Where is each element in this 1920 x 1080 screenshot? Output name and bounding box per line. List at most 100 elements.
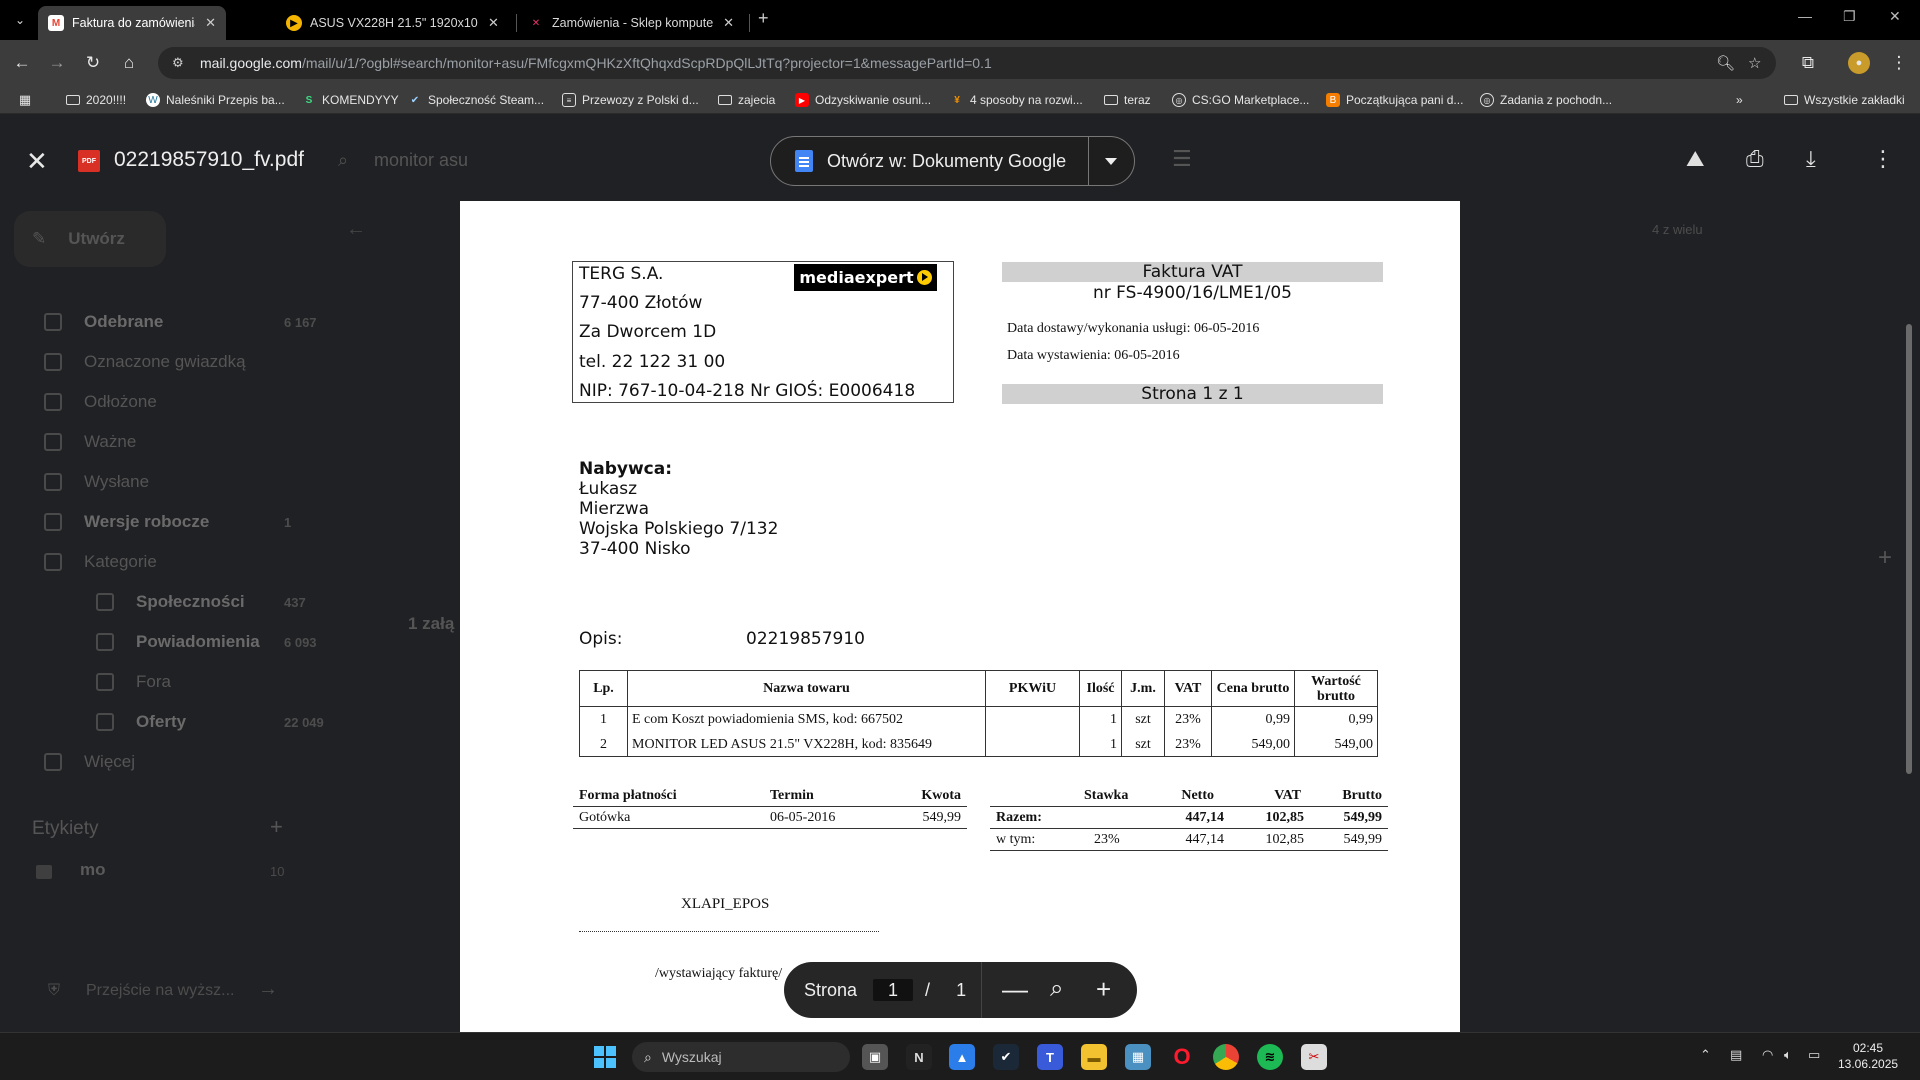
tab-asus-product[interactable]: ▶ ASUS VX228H 21.5" 1920x1080 ✕ [276,6,516,40]
volume-icon[interactable]: 🔈︎ [1784,1047,1792,1063]
minimize-icon[interactable]: — [1798,8,1812,24]
wifi-icon[interactable]: ◠ [1762,1047,1773,1063]
steam-icon[interactable]: ✔ [993,1044,1019,1070]
chrome-icon[interactable] [1213,1044,1239,1070]
zoom-icon[interactable]: 🔍︎ [1716,47,1735,79]
restore-icon[interactable]: ❐ [1843,8,1856,25]
tab-title: Zamówienia - Sklep komputero [552,16,714,30]
bookmark-item[interactable]: W Naleśniki Przepis ba... [146,91,285,109]
control-panel-icon[interactable]: ▦ [1125,1044,1151,1070]
nav-count: 6 093 [284,634,317,650]
zoom-in-icon[interactable]: + [1096,975,1111,1003]
pencil-icon: ✎ [32,229,47,248]
back-icon[interactable]: ← [9,50,35,76]
notion-icon[interactable]: N [906,1044,932,1070]
attachment-viewer: ✎ Utwórz Odebrane 6 167 Oznaczone gwiazdką O… [0,114,1920,1032]
new-tab-icon[interactable]: + [758,8,769,29]
close-tab-icon[interactable]: ✕ [205,15,216,31]
more-options-icon[interactable]: ⋮ [1872,148,1894,170]
taskbar-search[interactable]: ⌕ Wyszukaj [632,1042,850,1072]
address-bar[interactable]: ⚙ mail.google.com/mail/u/1/?ogbl#search/… [158,47,1776,79]
apps-grid-icon[interactable]: ▦ [18,91,38,109]
bookmark-folder[interactable]: zajecia [718,91,775,109]
teams-icon[interactable]: T [1037,1044,1063,1070]
buyer-heading: Nabywca: [579,459,673,479]
nav-label: Odebrane [84,312,164,331]
cell: 447,14 [1185,810,1225,825]
bookmark-item[interactable]: ≡ Przewozy z Polski d... [562,91,699,109]
close-viewer-icon[interactable]: ✕ [26,148,48,174]
clock[interactable]: 02:45 13.06.2025 [1838,1040,1898,1072]
zoom-out-icon[interactable]: — [1002,975,1028,1003]
cell: 23% [1094,832,1120,847]
bookmark-item[interactable]: ▶ Odzyskiwanie osuni... [795,91,931,109]
nav-count: 22 049 [284,714,324,730]
attachment-count: 1 załą [408,614,455,633]
bookmark-item[interactable]: ◎ CS:GO Marketplace... [1172,91,1309,109]
forward-icon[interactable]: → [44,50,70,76]
dropdown-caret-icon[interactable] [1105,158,1117,165]
cell: 549,00 [1294,733,1378,757]
task-view-icon[interactable]: ▣ [862,1044,888,1070]
extensions-icon[interactable]: ⧉ [1795,50,1821,76]
window-close-icon[interactable]: ✕ [1889,8,1901,25]
folder-icon [1784,95,1798,105]
col-header: VAT [1274,788,1301,803]
site-info-icon[interactable]: ⚙ [172,55,188,71]
tab-gmail-invoice[interactable]: M Faktura do zamówienia nr 0221 ✕ [38,6,226,40]
bookmark-item[interactable]: ¥4 sposoby na rozwi... [950,91,1083,109]
tab-search-chevron-icon[interactable]: ⌄ [8,8,32,32]
zoom-fit-icon[interactable]: ⌕ [1050,975,1063,1003]
tray-app-icon[interactable]: ▤ [1730,1047,1742,1063]
open-with-docs-button[interactable]: Otwórz w: Dokumenty Google [770,136,1135,186]
invoice-title: Faktura VAT [1002,262,1383,282]
pdf-file-icon: PDF [78,150,100,172]
bookmark-item[interactable]: S KOMENDYYY [302,91,399,109]
close-tab-icon[interactable]: ✕ [488,15,499,31]
windows-start-icon[interactable] [594,1046,616,1068]
col-header: Nazwa towaru [627,670,986,707]
cell: 23% [1164,706,1212,734]
print-icon[interactable]: ⎙ [1746,148,1764,170]
scrollbar[interactable] [1906,324,1912,774]
table-row: 2 MONITOR LED ASUS 21.5" VX228H, kod: 83… [579,733,1378,757]
seller-phone: tel. 22 122 31 00 [579,352,726,372]
buyer-last-name: Mierzwa [579,499,650,519]
file-explorer-icon[interactable]: ▬ [1081,1044,1107,1070]
home-icon[interactable]: ⌂ [116,50,142,76]
gmail-nav-item: Odłożone [44,392,157,412]
all-bookmarks[interactable]: Wszystkie zakładki [1784,91,1905,109]
download-icon[interactable]: ⤓ [1806,148,1816,170]
add-to-drive-icon[interactable]: ⛰ [1686,148,1704,170]
photos-icon[interactable]: ▲ [949,1044,975,1070]
page-number-input[interactable]: 1 [873,979,914,1001]
bookmark-folder[interactable]: 2020!!!! [66,91,126,109]
close-tab-icon[interactable]: ✕ [723,15,734,31]
buyer-city: 37-400 Nisko [579,539,691,559]
bookmark-star-icon[interactable]: ☆ [1748,47,1761,79]
browser-menu-icon[interactable]: ⋮ [1886,50,1912,76]
col-header: Termin [770,788,814,803]
more-bookmarks-icon[interactable]: » [1736,91,1743,109]
cell: w tym: [996,832,1036,847]
battery-icon[interactable]: ▭ [1808,1047,1820,1063]
bookmark-folder[interactable]: teraz [1104,91,1151,109]
nav-icon [44,353,62,371]
bookmark-item[interactable]: B Początkująca pani d... [1326,91,1463,109]
cell: E com Koszt powiadomienia SMS, kod: 6675… [627,706,986,734]
nav-label: Wysłane [84,472,150,491]
bookmark-item[interactable]: ✔ Społeczność Steam... [408,91,544,109]
cell: 447,14 [1185,832,1225,847]
profile-avatar[interactable]: ● [1848,52,1870,74]
tab-orders[interactable]: ✕ Zamówienia - Sklep komputero ✕ [518,6,744,40]
bookmark-item[interactable]: ◎ Zadania z pochodn... [1480,91,1612,109]
spotify-icon[interactable]: ≋ [1257,1044,1283,1070]
nav-count: 6 167 [284,314,317,330]
tray-chevron-icon[interactable]: ⌃ [1700,1047,1711,1063]
file-name: 02219857910_fv.pdf [114,148,304,171]
upgrade-link: Przejście na wyższ... [86,982,235,999]
snipping-tool-icon[interactable]: ✂ [1301,1044,1327,1070]
opera-icon[interactable]: O [1169,1044,1195,1070]
search-icon: ⌕ [338,150,349,170]
reload-icon[interactable]: ↻ [80,50,106,76]
